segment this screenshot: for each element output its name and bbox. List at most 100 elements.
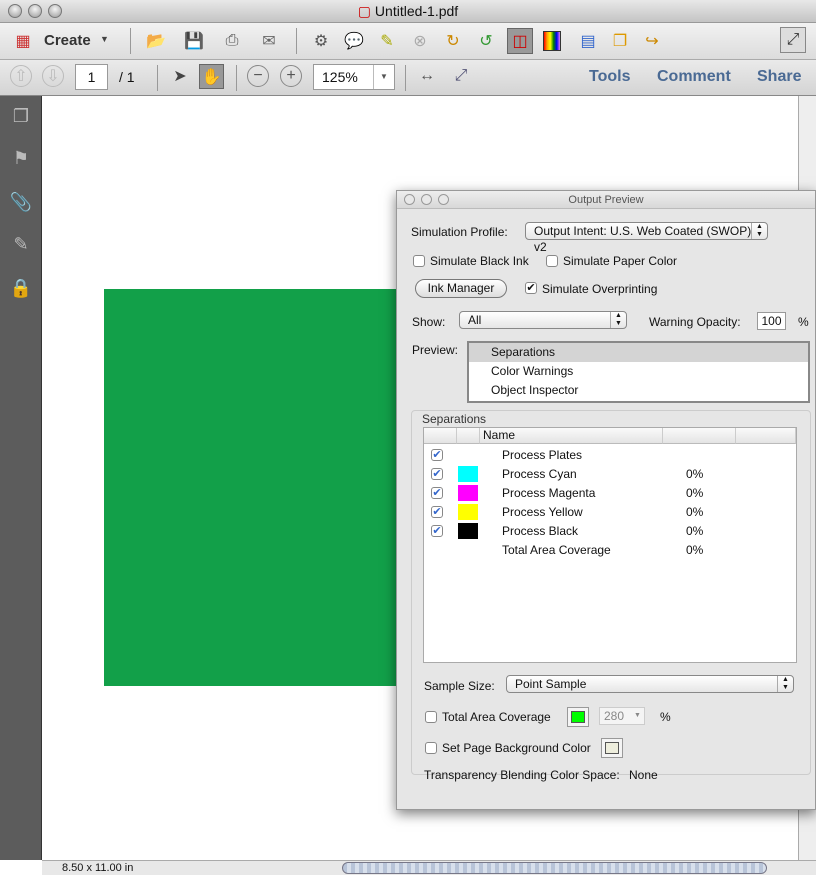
simulate-overprinting-label: Simulate Overprinting	[542, 282, 658, 296]
next-page-icon[interactable]: ⇩	[42, 65, 64, 87]
separation-color-swatch	[458, 466, 478, 482]
separation-value: 0%	[686, 505, 704, 519]
main-toolbar: ▦ Create ▼ 📂 💾 ⎙ ✉ ⚙ 💬 ✎ ⊗ ↻ ↺ ◫ ▤ ❐ ↪ ⤢	[0, 23, 816, 60]
comment-icon[interactable]: 💬	[343, 30, 365, 52]
attachment-icon[interactable]: 📎	[9, 192, 33, 216]
navigation-sidebar: ❐ ⚑ 📎 ✎ 🔒	[0, 96, 42, 860]
extract-page-icon[interactable]: ↺	[475, 30, 497, 52]
zoom-window-button[interactable]	[48, 4, 62, 18]
hand-tool-icon[interactable]: ✋	[199, 64, 224, 89]
simulate-black-ink-checkbox[interactable]	[413, 255, 425, 267]
sample-size-select[interactable]: Point Sample ▲ ▼	[506, 675, 794, 693]
save-icon[interactable]: 💾	[183, 30, 205, 52]
preview-option-separations[interactable]: Separations	[469, 343, 808, 362]
tools-pane-link[interactable]: Tools	[589, 68, 630, 86]
column-header-extra[interactable]	[736, 428, 796, 444]
tac-value: 280	[604, 709, 625, 723]
column-header-color[interactable]	[457, 428, 480, 444]
share-pane-link[interactable]: Share	[757, 68, 801, 86]
close-window-button[interactable]	[8, 4, 22, 18]
dialog-minimize-button[interactable]	[421, 194, 432, 205]
tac-percent: %	[660, 710, 671, 724]
email-icon[interactable]: ✉	[258, 30, 280, 52]
dialog-close-button[interactable]	[404, 194, 415, 205]
preview-option-object-inspector[interactable]: Object Inspector	[469, 381, 808, 400]
dialog-zoom-button[interactable]	[438, 194, 449, 205]
horizontal-scrollbar[interactable]	[342, 862, 767, 874]
separation-value: 0%	[686, 524, 704, 538]
separation-visible-checkbox[interactable]: ✔	[431, 468, 443, 480]
zoom-select[interactable]: 125% ▼	[313, 64, 395, 90]
preflight-icon[interactable]: ▤	[577, 30, 599, 52]
separations-table: Name ✔ Process Plates ✔ Process Cyan 0% ✔ Proc…	[423, 427, 797, 663]
show-select[interactable]: All ▲ ▼	[459, 311, 627, 329]
signature-icon[interactable]: ✎	[9, 234, 33, 258]
select-tool-icon[interactable]: ➤	[169, 65, 191, 87]
ink-manager-button[interactable]: Ink Manager	[415, 279, 507, 298]
separation-value: 0%	[686, 543, 704, 557]
column-header-value[interactable]	[663, 428, 736, 444]
fullscreen-icon[interactable]: ⤢	[780, 27, 806, 53]
tac-value-combo[interactable]: 280 ▼	[599, 707, 645, 725]
create-button[interactable]: Create	[44, 32, 91, 49]
create-pdf-icon[interactable]: ▦	[12, 30, 34, 52]
bookmark-icon[interactable]: ⚑	[9, 148, 33, 172]
tac-color-swatch[interactable]	[567, 707, 589, 727]
sample-size-value: Point Sample	[515, 677, 587, 691]
page-total: / 1	[119, 69, 135, 85]
simulate-black-ink-label: Simulate Black Ink	[430, 254, 529, 268]
zoom-in-icon[interactable]: +	[280, 65, 302, 87]
export-icon[interactable]: ↪	[641, 30, 663, 52]
delete-page-icon[interactable]: ⊗	[409, 30, 431, 52]
previous-page-icon[interactable]: ⇧	[10, 65, 32, 87]
fit-width-icon[interactable]: ↔	[416, 65, 438, 87]
chevron-down-icon[interactable]: ▼	[373, 65, 394, 89]
simulation-profile-select[interactable]: Output Intent: U.S. Web Coated (SWOP) v2…	[525, 222, 768, 254]
simulate-paper-color-label: Simulate Paper Color	[563, 254, 678, 268]
print-icon[interactable]: ⎙	[221, 30, 243, 52]
open-icon[interactable]: 📂	[145, 30, 167, 52]
column-header-name[interactable]: Name	[480, 428, 663, 444]
separation-color-swatch	[458, 504, 478, 520]
pdf-file-icon: ▢	[357, 3, 372, 19]
zoom-out-icon[interactable]: −	[247, 65, 269, 87]
simulate-paper-color-checkbox[interactable]	[546, 255, 558, 267]
green-rectangle	[104, 289, 404, 686]
gear-icon[interactable]: ⚙	[310, 30, 332, 52]
minimize-window-button[interactable]	[28, 4, 42, 18]
create-dropdown-icon[interactable]: ▼	[100, 34, 109, 44]
show-label: Show:	[412, 315, 446, 329]
preview-label: Preview:	[412, 343, 459, 357]
page-number-input[interactable]: 1	[75, 64, 108, 90]
separation-visible-checkbox[interactable]: ✔	[431, 525, 443, 537]
color-convert-icon[interactable]	[543, 31, 561, 51]
set-page-background-checkbox[interactable]	[425, 742, 437, 754]
separation-visible-checkbox[interactable]: ✔	[431, 506, 443, 518]
separations-label: Separations	[422, 412, 487, 426]
pages-icon[interactable]: ❐	[9, 106, 33, 130]
zoom-value: 125%	[322, 69, 358, 85]
separation-color-swatch	[458, 523, 478, 539]
dialog-title: Output Preview	[397, 191, 815, 209]
output-preview-icon[interactable]: ◫	[507, 28, 533, 54]
total-area-coverage-checkbox[interactable]	[425, 711, 437, 723]
page-background-swatch[interactable]	[601, 738, 623, 758]
security-icon[interactable]: 🔒	[9, 278, 33, 302]
separation-visible-checkbox[interactable]: ✔	[431, 449, 443, 461]
chevron-down-icon[interactable]: ▼	[631, 708, 644, 724]
preview-option-color-warnings[interactable]: Color Warnings	[469, 362, 808, 381]
column-header-check[interactable]	[424, 428, 457, 444]
fit-page-icon[interactable]: ⤢	[450, 65, 472, 87]
separation-name: Process Magenta	[502, 486, 596, 500]
warning-opacity-input[interactable]: 100	[757, 312, 786, 330]
simulate-overprinting-checkbox[interactable]: ✔	[525, 282, 537, 294]
separation-name: Process Yellow	[502, 505, 583, 519]
combine-files-icon[interactable]: ❐	[609, 30, 631, 52]
separation-name: Process Cyan	[502, 467, 577, 481]
preview-list[interactable]: Separations Color Warnings Object Inspec…	[467, 341, 810, 403]
comment-pane-link[interactable]: Comment	[657, 68, 731, 86]
window-title: Untitled-1.pdf	[374, 3, 459, 19]
highlight-text-icon[interactable]: ✎	[376, 30, 398, 52]
rotate-page-icon[interactable]: ↻	[442, 30, 464, 52]
separation-visible-checkbox[interactable]: ✔	[431, 487, 443, 499]
